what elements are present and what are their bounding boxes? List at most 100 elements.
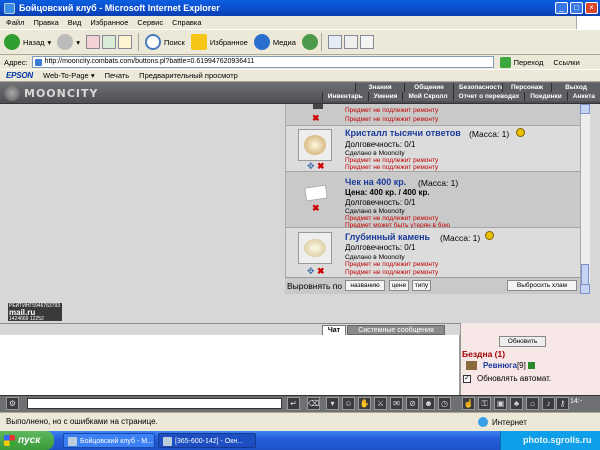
links-label[interactable]: Ссылки: [553, 58, 579, 67]
repair-icon[interactable]: ✥: [307, 267, 315, 276]
print-icon[interactable]: [343, 35, 358, 49]
inventory-footer-space: [285, 294, 600, 323]
send-icon[interactable]: ↵: [287, 397, 300, 410]
smile-face-icon[interactable]: ☻: [422, 397, 435, 410]
item-name[interactable]: Чек на 400 кр.: [345, 177, 406, 187]
mail-icon[interactable]: [327, 35, 342, 49]
nav-profile[interactable]: Анкета: [566, 92, 600, 101]
minimize-button[interactable]: _: [555, 2, 568, 14]
item-info-icon[interactable]: [485, 231, 494, 240]
nav-knowledge[interactable]: Знания: [355, 83, 404, 92]
menu-file[interactable]: Файл: [6, 18, 24, 27]
address-input[interactable]: http://mooncity.combats.com/buttons.pl?b…: [31, 56, 494, 68]
print-button[interactable]: Печать: [105, 71, 130, 80]
stop-icon[interactable]: [86, 35, 101, 49]
item-name[interactable]: Кристалл тысячи ответов: [345, 128, 461, 138]
auto-refresh-row[interactable]: ✓ Обновлять автомат.: [463, 374, 551, 383]
chat-messages-area[interactable]: [0, 335, 460, 395]
user-name[interactable]: Ревнюга: [483, 361, 517, 370]
nav-my-scroll[interactable]: Мой Скролл: [402, 92, 453, 101]
menu-help[interactable]: Справка: [172, 18, 201, 27]
filter-icon[interactable]: ▾: [326, 397, 339, 410]
item-info-icon[interactable]: [516, 128, 525, 137]
tab-system-messages[interactable]: Системные сообщения: [347, 325, 445, 335]
forward-button[interactable]: ▾: [57, 34, 80, 50]
ignore-icon[interactable]: ⊘: [406, 397, 419, 410]
search-button[interactable]: Поиск: [145, 34, 185, 50]
map-icon[interactable]: ⌂: [526, 397, 539, 410]
scroll-up-button[interactable]: [580, 104, 590, 114]
nav-security[interactable]: Безопасность: [453, 83, 504, 92]
volume-icon[interactable]: ♪: [542, 397, 555, 410]
settings-icon[interactable]: ⚙: [6, 397, 19, 410]
edit-icon[interactable]: [359, 35, 374, 49]
web-to-page-button[interactable]: Web-To-Page ▾: [43, 71, 95, 80]
maximize-button[interactable]: □: [570, 2, 583, 14]
menu-edit[interactable]: Правка: [33, 18, 58, 27]
door-icon[interactable]: ▣: [494, 397, 507, 410]
auto-refresh-checkbox[interactable]: ✓: [463, 374, 471, 383]
menu-favorites[interactable]: Избранное: [90, 18, 128, 27]
clear-icon[interactable]: ⌫: [307, 397, 320, 410]
repair-icon[interactable]: ✥: [307, 162, 315, 171]
chat-input[interactable]: [27, 398, 282, 409]
favorites-button[interactable]: Избранное: [190, 34, 248, 50]
lock-icon[interactable]: ⚷: [556, 397, 569, 410]
media-icon: [253, 34, 270, 50]
nav-inventory[interactable]: Инвентарь: [321, 92, 368, 101]
private-message-icon[interactable]: [466, 361, 477, 370]
nav-skills[interactable]: Умения: [367, 92, 403, 101]
nav-exit[interactable]: Выход: [551, 83, 600, 92]
delete-icon[interactable]: ✖: [317, 162, 325, 171]
mail-ru-counter[interactable]: РЕЙТИНГ5946763793 mail.ru 1424669 12252: [8, 303, 62, 322]
back-button[interactable]: Назад ▾: [4, 34, 51, 50]
print-preview-button[interactable]: Предварительный просмотр: [139, 71, 238, 80]
scroll-down-button[interactable]: [580, 284, 590, 294]
nav-character[interactable]: Персонаж: [502, 83, 551, 92]
fight-icon[interactable]: ⚔: [374, 397, 387, 410]
left-panel: [0, 104, 285, 323]
history-icon[interactable]: [301, 34, 318, 50]
media-button[interactable]: Медиа: [253, 34, 296, 50]
nav-transfer-report[interactable]: Отчет о переводах: [452, 92, 525, 101]
refresh-icon[interactable]: [102, 35, 117, 49]
close-button[interactable]: ×: [585, 2, 598, 14]
item-repair-note: Предмет не подлежит ремонту: [345, 261, 439, 268]
inventory-item: ✖ Предмет не подлежит ремонту Предмет не…: [286, 104, 580, 126]
user-entry[interactable]: Ревнюга [9]: [466, 361, 535, 370]
item-mass: (Масса: 1): [469, 129, 510, 139]
menu-view[interactable]: Вид: [68, 18, 82, 27]
home-icon[interactable]: [118, 35, 133, 49]
tab-chat[interactable]: Чат: [322, 325, 346, 335]
taskbar-item-browser[interactable]: Бойцовский клуб - M...: [63, 433, 155, 448]
favorites-label: Избранное: [209, 37, 248, 47]
discard-junk-button[interactable]: Выбросить хлам: [507, 280, 577, 291]
private-icon[interactable]: ✉: [390, 397, 403, 410]
go-button[interactable]: Переход: [499, 56, 544, 68]
sort-by-price-button[interactable]: цене: [389, 280, 409, 291]
nav-communication[interactable]: Общение: [404, 83, 453, 92]
delete-icon[interactable]: ✖: [317, 267, 325, 276]
user-info-icon[interactable]: [527, 362, 535, 369]
sort-by-name-button[interactable]: названию: [345, 280, 385, 291]
nav-top: Знания Общение Безопасность Персонаж Вых…: [355, 83, 600, 92]
item-name[interactable]: Глубинный камень: [345, 232, 430, 242]
start-button[interactable]: пуск: [0, 431, 54, 450]
taskbar-item-window[interactable]: [365-600-142] - Окн...: [158, 433, 256, 448]
emotion-icon[interactable]: ✋: [358, 397, 371, 410]
hand-icon[interactable]: ☝: [462, 397, 475, 410]
status-text[interactable]: Выполнено, но с ошибками на странице.: [6, 417, 158, 426]
menu-tools[interactable]: Сервис: [137, 18, 163, 27]
delete-icon[interactable]: ✖: [312, 204, 320, 213]
smile-icon[interactable]: ☺: [342, 397, 355, 410]
back-arrow-icon: [4, 34, 20, 50]
nav-duels[interactable]: Поединки: [524, 92, 567, 101]
sort-by-type-button[interactable]: типу: [412, 280, 431, 291]
delete-icon[interactable]: ✖: [312, 114, 320, 123]
key-icon[interactable]: ⚿: [478, 397, 491, 410]
item-repair-note: Предмет не подлежит ремонту: [345, 116, 439, 123]
refresh-button[interactable]: Обновить: [499, 336, 546, 347]
clock-icon[interactable]: ◷: [438, 397, 451, 410]
cards-icon[interactable]: ♣: [510, 397, 523, 410]
go-label: Переход: [513, 57, 544, 67]
